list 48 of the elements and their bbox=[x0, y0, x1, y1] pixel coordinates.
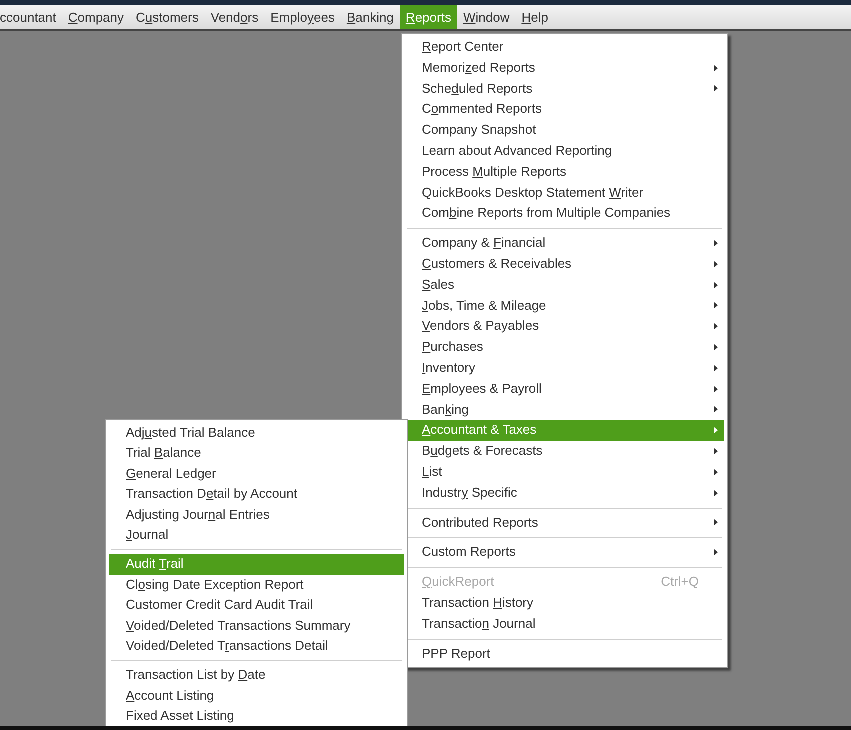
menu-item[interactable]: Process Multiple Reports bbox=[405, 162, 724, 183]
menu-item[interactable]: Customer Credit Card Audit Trail bbox=[109, 595, 404, 616]
menu-item[interactable]: Trial Balance bbox=[109, 443, 404, 464]
menu-item[interactable]: Fixed Asset Listing bbox=[109, 706, 404, 726]
menu-item[interactable]: Purchases bbox=[405, 337, 724, 358]
menu-bar-item[interactable]: Vendors bbox=[204, 5, 265, 29]
menu-item[interactable]: Transaction Detail by Account bbox=[109, 484, 404, 505]
menu-bar-item[interactable]: Banking bbox=[340, 5, 400, 29]
menu-item[interactable]: Scheduled Reports bbox=[405, 78, 724, 100]
menu-item[interactable]: Company & Financial bbox=[405, 233, 724, 254]
menu-item[interactable]: Memorized Reports bbox=[405, 58, 724, 79]
menu-item[interactable]: Journal bbox=[109, 524, 404, 546]
menu-item[interactable]: Budgets & Forecasts bbox=[405, 441, 724, 462]
menu-item[interactable]: Vendors & Payables bbox=[405, 316, 724, 338]
menu-item[interactable]: List bbox=[405, 462, 724, 483]
menu-item[interactable]: Transaction History bbox=[405, 592, 724, 614]
menu-item[interactable]: Transaction Journal bbox=[405, 614, 724, 635]
menu-item[interactable]: Account Listing bbox=[109, 686, 404, 706]
menu-bar-item[interactable]: Help bbox=[516, 5, 554, 29]
menu-item[interactable]: PPP Report bbox=[405, 644, 724, 664]
menu-bar-item[interactable]: ccountant bbox=[0, 5, 62, 29]
menu-bar-item[interactable]: Customers bbox=[130, 5, 205, 29]
menu-item[interactable]: Inventory bbox=[405, 358, 724, 379]
menu-item[interactable]: Contributed Reports bbox=[405, 512, 724, 534]
menu-item[interactable]: Combine Reports from Multiple Companies bbox=[405, 203, 724, 224]
menu-item[interactable]: Adjusted Trial Balance bbox=[109, 423, 404, 444]
menu-item[interactable]: Voided/Deleted Transactions Detail bbox=[109, 636, 404, 656]
menu-item[interactable]: Report Center bbox=[405, 37, 724, 58]
menu-item[interactable]: General Ledger bbox=[109, 464, 404, 484]
menu-item[interactable]: Industry Specific bbox=[405, 482, 724, 504]
menu-item[interactable]: Employees & Payroll bbox=[405, 378, 724, 400]
menu-item[interactable]: Sales bbox=[405, 274, 724, 296]
menu-item[interactable]: Custom Reports bbox=[405, 542, 724, 564]
menu-item[interactable]: QuickBooks Desktop Statement Writer bbox=[405, 182, 724, 204]
menu-item[interactable]: Commented Reports bbox=[405, 99, 724, 120]
menu-item[interactable]: Banking bbox=[405, 400, 724, 420]
menu-bar-item[interactable]: Company bbox=[62, 5, 130, 29]
shortcut-text: Ctrl+Q bbox=[661, 573, 699, 592]
menu-bar-item[interactable]: Employees bbox=[264, 5, 341, 29]
menu-item[interactable]: Closing Date Exception Report bbox=[109, 574, 404, 596]
menu-item[interactable]: Learn about Advanced Reporting bbox=[405, 140, 724, 162]
menu-item[interactable]: Transaction List by Date bbox=[109, 665, 404, 686]
menu-item[interactable]: Jobs, Time & Mileage bbox=[405, 296, 724, 316]
menu-item[interactable]: Voided/Deleted Transactions Summary bbox=[109, 616, 404, 636]
menu-item[interactable]: Company Snapshot bbox=[405, 120, 724, 141]
menu-item[interactable]: Customers & Receivables bbox=[405, 254, 724, 275]
menu-bar-item[interactable]: Window bbox=[457, 5, 516, 29]
menu-item[interactable]: Adjusting Journal Entries bbox=[109, 504, 404, 525]
